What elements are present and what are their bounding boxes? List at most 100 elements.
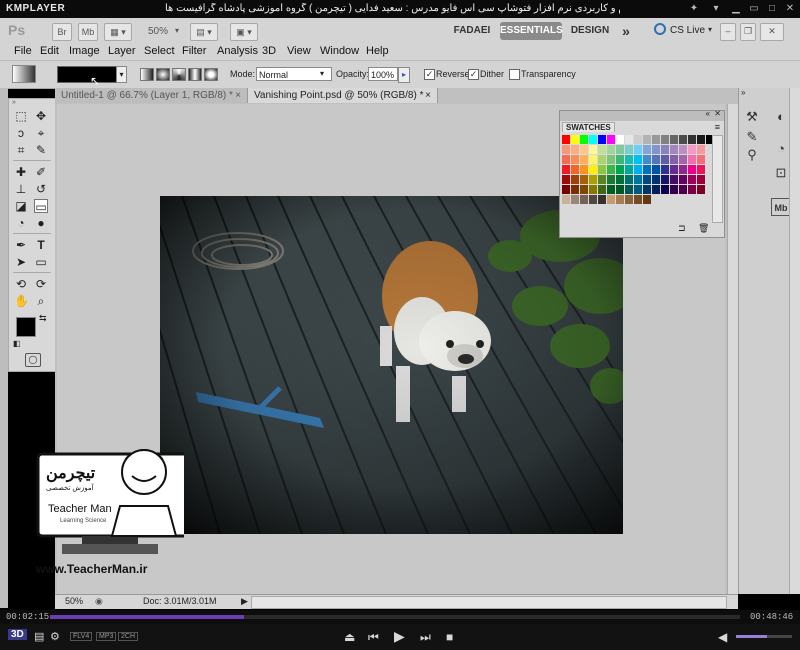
menu-edit[interactable]: Edit (40, 45, 59, 57)
menu-image[interactable]: Image (69, 45, 100, 57)
color-swatch[interactable] (661, 145, 669, 154)
reverse-checkbox[interactable]: ✓ (424, 69, 435, 80)
color-swatch[interactable] (697, 155, 705, 164)
color-swatch[interactable] (652, 175, 660, 184)
color-swatch[interactable] (580, 145, 588, 154)
dock-scrollbar[interactable] (789, 88, 800, 594)
color-swatch[interactable] (589, 165, 597, 174)
zoom-level-readout[interactable]: 50% (148, 26, 168, 37)
color-swatch[interactable] (598, 175, 606, 184)
color-swatch[interactable] (598, 145, 606, 154)
ps-close-button[interactable]: ✕ (760, 23, 784, 41)
color-swatch[interactable] (661, 185, 669, 194)
menu-file[interactable]: File (14, 45, 32, 57)
color-swatch[interactable] (616, 155, 624, 164)
color-swatch[interactable] (562, 195, 570, 204)
clone-source-icon[interactable]: ⚲ (742, 146, 762, 164)
color-swatch[interactable] (616, 145, 624, 154)
color-swatch[interactable] (652, 135, 660, 144)
launch-bridge-button[interactable]: Br (52, 23, 72, 41)
gradient-dropdown-icon[interactable]: ▾ (116, 66, 127, 83)
view-extras-button[interactable]: ▦ ▾ (104, 23, 132, 41)
tool-preset-picker[interactable] (12, 65, 36, 83)
play-icon[interactable]: ▶ (394, 628, 405, 645)
color-swatch[interactable] (571, 195, 579, 204)
playlist-icon[interactable]: ▤ (34, 630, 44, 643)
color-swatch[interactable] (643, 185, 651, 194)
clone-stamp-tool-icon[interactable]: ⊥ (14, 182, 28, 196)
color-swatch[interactable] (679, 185, 687, 194)
color-swatch[interactable] (589, 155, 597, 164)
color-swatch[interactable] (607, 145, 615, 154)
color-swatch[interactable] (580, 185, 588, 194)
next-icon[interactable]: ⏭ (420, 630, 431, 645)
cslive-button[interactable]: CS Live (670, 25, 705, 36)
color-swatch[interactable] (697, 145, 705, 154)
color-swatch[interactable] (607, 175, 615, 184)
pen-tool-icon[interactable]: ✒ (14, 238, 28, 252)
swatch-grid[interactable] (562, 135, 714, 211)
marquee-tool-icon[interactable]: ⬚ (14, 109, 28, 123)
color-swatch[interactable] (562, 175, 570, 184)
tab-close-icon[interactable]: × (235, 88, 241, 103)
color-swatch[interactable] (616, 175, 624, 184)
color-swatch[interactable] (643, 195, 651, 204)
color-swatch[interactable] (679, 155, 687, 164)
color-swatch[interactable] (589, 135, 597, 144)
color-swatch[interactable] (661, 165, 669, 174)
history-brush-tool-icon[interactable]: ↺ (34, 182, 48, 196)
color-swatch[interactable] (625, 165, 633, 174)
color-swatch[interactable] (661, 175, 669, 184)
color-swatch[interactable] (634, 145, 642, 154)
color-swatch[interactable] (634, 135, 642, 144)
color-swatch[interactable] (670, 165, 678, 174)
color-swatch[interactable] (616, 185, 624, 194)
swatches-panel-header[interactable]: « ✕ (560, 109, 724, 121)
menu-select[interactable]: Select (144, 45, 175, 57)
hand-tool-icon[interactable]: ✋ (14, 294, 29, 308)
tab-untitled-1[interactable]: Untitled-1 @ 66.7% (Layer 1, RGB/8) * × (55, 88, 248, 103)
launch-minibridge-button[interactable]: Mb (78, 23, 98, 41)
stop-icon[interactable]: ■ (446, 630, 453, 644)
panel-menu-icon[interactable]: ≡ (715, 122, 720, 132)
color-swatch[interactable] (598, 185, 606, 194)
color-swatch[interactable] (679, 175, 687, 184)
color-swatch[interactable] (688, 145, 696, 154)
ps-minimize-button[interactable]: – (720, 23, 736, 41)
tools-collapse-icon[interactable]: » (12, 99, 16, 106)
menu-3d[interactable]: 3D (262, 45, 276, 57)
dodge-tool-icon[interactable]: ● (34, 216, 48, 230)
volume-icon[interactable]: ◀ (718, 630, 727, 644)
delete-swatch-icon[interactable]: 🗑 (698, 223, 709, 234)
color-panel-icon[interactable]: ◐ (771, 108, 791, 126)
minibridge-panel-icon[interactable]: Mb (771, 198, 791, 216)
lasso-tool-icon[interactable]: ↄ (14, 126, 28, 140)
color-swatch[interactable] (670, 175, 678, 184)
type-tool-icon[interactable]: T (34, 238, 48, 252)
color-swatch[interactable] (562, 145, 570, 154)
color-swatch[interactable] (634, 185, 642, 194)
color-swatch[interactable] (652, 165, 660, 174)
color-swatch[interactable] (688, 175, 696, 184)
color-swatch[interactable] (562, 135, 570, 144)
color-swatch[interactable] (643, 135, 651, 144)
status-zoom[interactable]: 50% (65, 596, 83, 606)
workspace-design[interactable]: DESIGN (568, 22, 612, 40)
player-minimize-icon[interactable]: ▁ (730, 3, 742, 15)
new-swatch-icon[interactable]: ⊐ (678, 223, 686, 234)
menu-help[interactable]: Help (366, 45, 389, 57)
opacity-input[interactable]: 100% (368, 67, 398, 81)
color-swatch[interactable] (643, 165, 651, 174)
skin-menu-icon[interactable]: ▾ (710, 3, 722, 15)
color-swatch[interactable] (580, 155, 588, 164)
color-swatch[interactable] (580, 195, 588, 204)
eject-icon[interactable]: ⏏ (344, 630, 355, 644)
workspace-essentials[interactable]: ESSENTIALS (500, 22, 563, 40)
color-swatch[interactable] (571, 185, 579, 194)
color-swatch[interactable] (634, 155, 642, 164)
color-swatch[interactable] (598, 195, 606, 204)
color-swatch[interactable] (625, 135, 633, 144)
horizontal-scrollbar[interactable] (251, 596, 727, 609)
foreground-color-swatch[interactable] (16, 317, 36, 337)
color-swatch[interactable] (652, 185, 660, 194)
